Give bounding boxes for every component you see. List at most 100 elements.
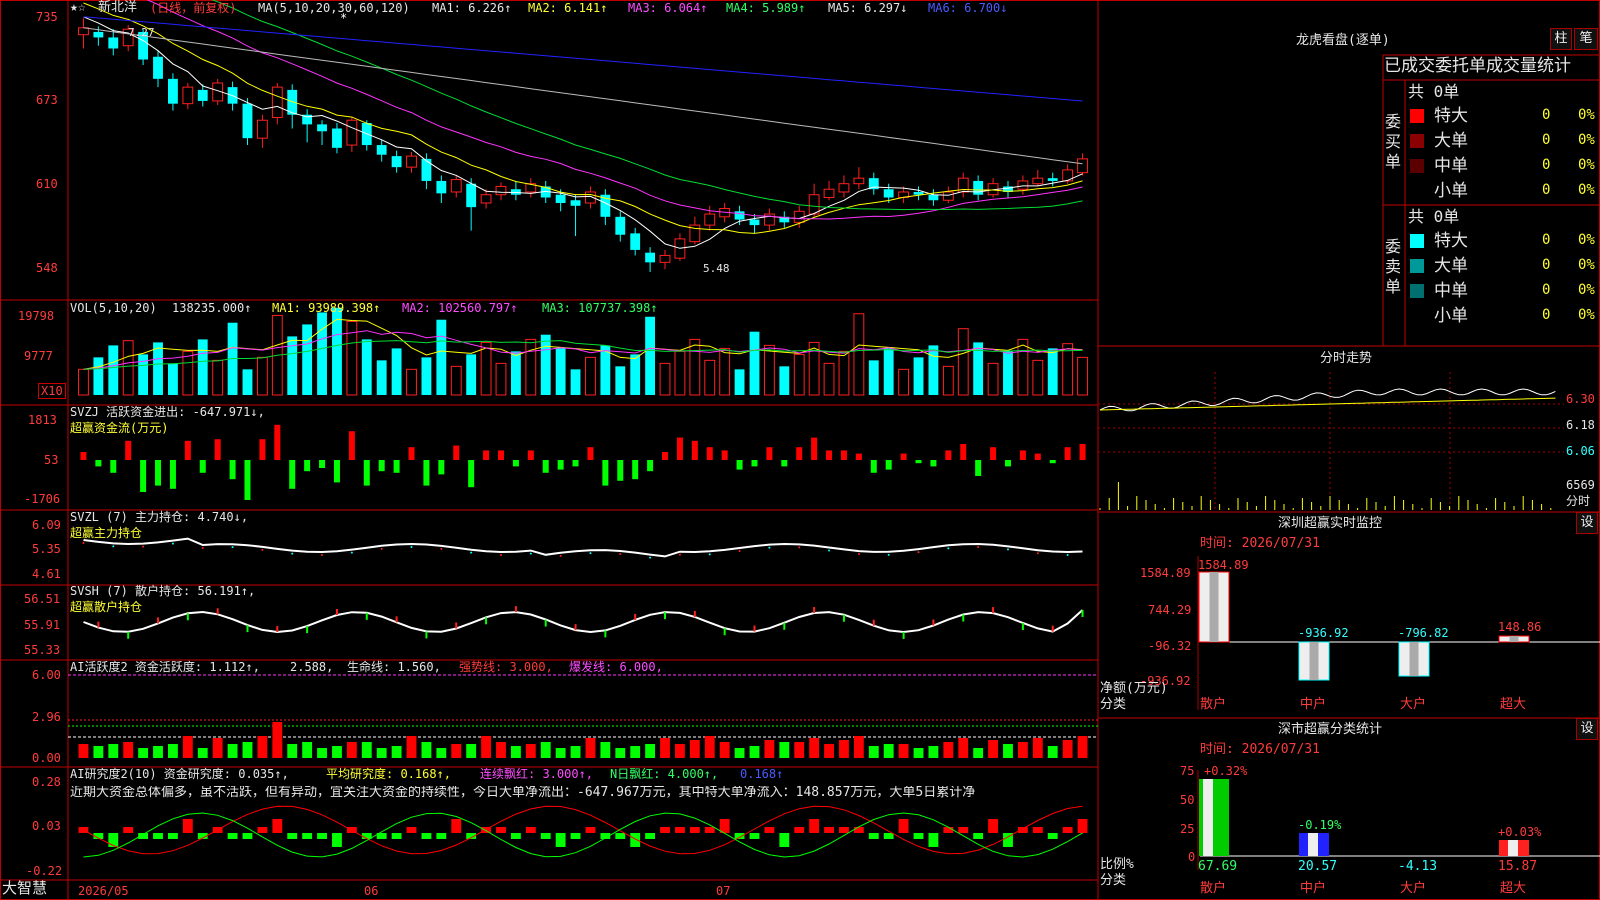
candle-down xyxy=(645,252,656,263)
research-bar xyxy=(1032,827,1043,833)
volume-bar-down xyxy=(302,324,313,395)
activity-bar xyxy=(958,738,969,758)
volume-bar-down xyxy=(928,345,939,395)
volume-bar-down xyxy=(570,369,581,395)
activity-bar xyxy=(988,740,998,758)
activity-bar xyxy=(242,742,253,758)
class-bar-super-shade xyxy=(1508,840,1518,856)
period-label[interactable]: (日线，前复权) xyxy=(150,1,236,15)
activity-bar xyxy=(585,738,596,758)
candle-down xyxy=(376,145,387,155)
flow-bar-in xyxy=(527,450,534,460)
candle-down xyxy=(153,56,163,79)
candle-up xyxy=(823,188,835,198)
flow-bar-in xyxy=(960,444,967,460)
flow-bar-out xyxy=(95,460,102,467)
position-tick xyxy=(380,547,383,550)
sz-class-title: 深市超赢分类统计 xyxy=(1278,722,1383,737)
flow-bar-in xyxy=(900,453,907,460)
position-tick xyxy=(470,551,473,554)
activity-bar xyxy=(704,736,715,758)
activity-bar xyxy=(227,744,238,758)
volume-bar-up xyxy=(1032,359,1044,396)
y-tick: 4.61 xyxy=(32,567,61,581)
flow-bar-out xyxy=(751,460,758,467)
intraday-ytick: 6.06 xyxy=(1566,444,1595,458)
activity-bar xyxy=(928,746,939,758)
volume-bar-down xyxy=(391,348,402,395)
activity-bar xyxy=(898,744,909,758)
activity-bar xyxy=(93,746,104,758)
candle-down xyxy=(391,156,402,168)
x-label: 07 xyxy=(716,884,731,898)
order-count: 0 xyxy=(1542,282,1551,298)
flow-bar-in xyxy=(1064,447,1071,460)
volume-bar-up xyxy=(122,340,134,396)
flow-bar-in xyxy=(125,440,132,460)
sz-ytick: 1584.89 xyxy=(1140,566,1191,580)
tick-mode-button[interactable]: 笔 xyxy=(1574,28,1598,50)
research-bar xyxy=(436,833,447,839)
flow-bar-in xyxy=(796,447,803,460)
flow-bar-out xyxy=(512,460,519,467)
volume-bar-up xyxy=(942,365,954,396)
volume-bar-up xyxy=(585,356,596,396)
candle-down xyxy=(630,233,641,250)
activity-bar xyxy=(168,744,178,758)
x-label: 06 xyxy=(364,884,379,898)
activity-bar xyxy=(540,742,551,758)
kline-app: * ★☆ 新北洋 (日线，前复权) MA(5,10,20,30,60,120) … xyxy=(0,0,1600,900)
sz-class-top-label: +0.32% xyxy=(1204,764,1248,778)
flow-bar-out xyxy=(930,460,937,467)
research-bar xyxy=(615,833,626,839)
activity-bar xyxy=(809,738,820,758)
flow-bar-out xyxy=(378,460,385,472)
research-bar xyxy=(973,833,984,839)
y-tick: 1813 xyxy=(28,413,57,427)
y-tick: 673 xyxy=(36,93,58,107)
position-tick xyxy=(291,552,294,555)
candle-up xyxy=(1032,177,1044,185)
activity-bar xyxy=(868,746,879,758)
activity-bar xyxy=(481,736,491,758)
position-tick xyxy=(828,549,831,552)
activity-bar xyxy=(391,746,402,758)
y-tick: 0.03 xyxy=(32,819,61,833)
flow-bar-out xyxy=(244,460,251,500)
research-bar xyxy=(809,819,820,833)
flow-bar-in xyxy=(826,450,833,460)
svsh-label: SVSH (7) 散户持仓: 56.191↑, xyxy=(70,584,256,598)
flow-bar-out xyxy=(1049,460,1056,464)
activity-bar xyxy=(361,742,372,758)
y-tick: 55.91 xyxy=(24,618,61,632)
sz-class-ytick: 50 xyxy=(1180,793,1195,807)
activity-bar xyxy=(1047,746,1058,758)
flow-bar-in xyxy=(855,453,862,460)
activity-bar xyxy=(749,746,760,758)
activity-bar xyxy=(675,744,685,758)
flow-bar-out xyxy=(617,460,624,481)
flow-bar-in xyxy=(259,439,266,460)
research-bar xyxy=(779,833,790,847)
activity-bar xyxy=(734,748,745,758)
sz-class-settings-button[interactable]: 设 xyxy=(1576,718,1598,740)
volume-bar-down xyxy=(197,339,208,395)
research-bar xyxy=(645,833,656,839)
order-percent: 0% xyxy=(1578,182,1595,198)
volume-bar-up xyxy=(719,347,731,396)
bar-mode-button[interactable]: 柱 xyxy=(1550,28,1572,50)
candle-up xyxy=(1077,158,1088,174)
activity-bar-spike xyxy=(272,722,283,758)
flow-bar-out xyxy=(647,460,654,472)
flow-bar-out xyxy=(885,460,892,470)
volume-bar-down xyxy=(153,342,163,395)
volume-bar-down xyxy=(421,357,432,395)
research-bar xyxy=(1047,833,1058,839)
activity-bar xyxy=(615,748,626,758)
flow-bar-out xyxy=(975,460,982,476)
activity-bar xyxy=(332,746,342,758)
sz-monitor-settings-button[interactable]: 设 xyxy=(1576,512,1598,534)
stock-star-icon[interactable]: ★☆ xyxy=(70,1,86,15)
position-tick xyxy=(410,546,413,549)
volume-bar-up xyxy=(763,344,775,396)
